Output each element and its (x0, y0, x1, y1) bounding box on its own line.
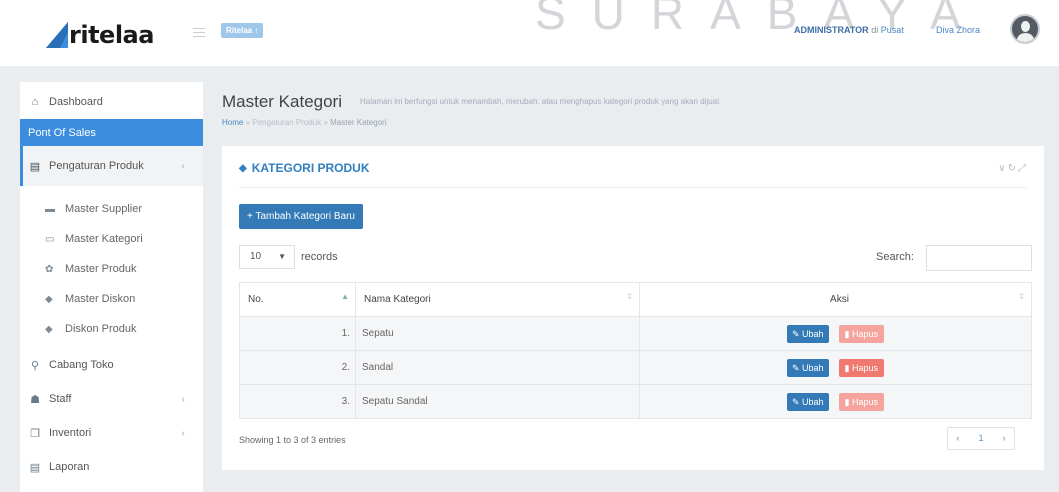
card-title: ◆ KATEGORI PRODUK (239, 161, 370, 175)
sidebar-sub-master-produk[interactable]: ✿ Master Produk (20, 254, 203, 284)
cell-name: Sepatu Sandal (355, 384, 640, 419)
user-name[interactable]: Diva Zhora (936, 25, 980, 35)
delete-button[interactable]: ▮ Hapus (838, 324, 885, 343)
cell-actions: ✎ Ubah ▮ Hapus (639, 350, 1032, 385)
cell-actions: ✎ Ubah ▮ Hapus (639, 384, 1032, 419)
cell-no: 1. (239, 316, 356, 351)
table-row: 1. Sepatu ✎ Ubah ▮ Hapus (239, 316, 1032, 351)
pencil-icon: ✎ (791, 396, 800, 407)
edit-button[interactable]: ✎ Ubah (786, 324, 829, 343)
breadcrumb-home[interactable]: Home (222, 118, 243, 127)
edit-button[interactable]: ✎ Ubah (786, 392, 829, 411)
sidebar-item-pengaturan-produk[interactable]: ▤ Pengaturan Produk ‹ (20, 146, 203, 186)
chevron-left-icon: ‹ (181, 393, 185, 405)
page-description: Halaman ini berfungsi untuk menambah, me… (360, 97, 722, 106)
map-marker-icon: ⚲ (30, 359, 40, 372)
pagination: ‹ 1 › (947, 427, 1015, 450)
logo-mark-icon (46, 22, 68, 48)
prev-page-button[interactable]: ‹ (948, 428, 968, 449)
trash-icon: ▮ (844, 328, 850, 339)
records-label: records (301, 251, 338, 263)
truck-icon: ▬ (45, 203, 55, 215)
cell-name: Sepatu (355, 316, 640, 351)
tags-icon: ◆ (239, 162, 247, 174)
breadcrumb-current: Master Kategori (330, 118, 387, 127)
sort-icon: ⇕ (1018, 292, 1025, 301)
sidebar-item-dashboard[interactable]: ⌂ Dashboard (20, 85, 203, 119)
sidebar-sub-diskon-produk[interactable]: ◆ Diskon Produk (20, 314, 203, 344)
watermark: SURABAYA (535, 0, 987, 39)
cell-no: 3. (239, 384, 356, 419)
plus-icon: + (247, 211, 253, 222)
divider (239, 187, 1027, 188)
page-title: Master Kategori (222, 92, 342, 111)
home-icon: ⌂ (31, 96, 39, 108)
chevron-left-icon: ‹ (181, 427, 185, 439)
branch-button[interactable]: Ritelaa ↑ (221, 23, 264, 38)
pencil-icon: ✎ (791, 362, 800, 373)
sidebar-item-inventori[interactable]: ❐ Inventori ‹ (20, 416, 203, 450)
delete-button[interactable]: ▮ Hapus (838, 392, 885, 411)
pencil-icon: ✎ (791, 328, 800, 339)
logo[interactable]: ritelaa (46, 18, 154, 48)
add-category-button[interactable]: + Tambah Kategori Baru (239, 204, 363, 229)
next-page-button[interactable]: › (994, 428, 1014, 449)
users-icon: ☗ (30, 393, 40, 406)
column-header-no[interactable]: No. ▲ (239, 282, 356, 317)
tags-icon: ◆ (45, 293, 53, 305)
search-input[interactable] (926, 245, 1032, 271)
sidebar: ⌂ Dashboard Pont Of Sales ▤ Pengaturan P… (20, 82, 203, 492)
sort-icon: ⇕ (626, 292, 633, 301)
collapse-icon[interactable]: ∨ (998, 163, 1007, 174)
cell-no: 2. (239, 350, 356, 385)
sidebar-sub-master-supplier[interactable]: ▬ Master Supplier (20, 194, 203, 224)
sidebar-sub-master-diskon[interactable]: ◆ Master Diskon (20, 284, 203, 314)
copy-icon: ❐ (30, 427, 40, 440)
cell-actions: ✎ Ubah ▮ Hapus (639, 316, 1032, 351)
trash-icon: ▮ (844, 362, 850, 373)
top-header: ritelaa Ritelaa ↑ SURABAYA ADMINISTRATOR… (0, 0, 1059, 66)
search-label: Search: (876, 251, 914, 263)
records-length-select[interactable]: 10 ▼ (239, 245, 295, 269)
sidebar-item-staff[interactable]: ☗ Staff ‹ (20, 382, 203, 416)
avatar[interactable] (1010, 14, 1040, 44)
menu-toggle-icon[interactable] (193, 28, 205, 37)
table-row: 2. Sandal ✎ Ubah ▮ Hapus (239, 350, 1032, 385)
file-icon: ▤ (29, 461, 41, 474)
sort-asc-icon: ▲ (341, 292, 349, 301)
tag-icon: ◆ (45, 323, 53, 335)
user-role: ADMINISTRATOR di Pusat (794, 25, 904, 35)
trash-icon: ▮ (844, 396, 850, 407)
page-button-1[interactable]: 1 (968, 428, 994, 449)
gift-icon: ✿ (45, 263, 54, 275)
chevron-left-icon: ‹ (181, 160, 185, 172)
breadcrumb-pengaturan-produk[interactable]: Pengaturan Produk (252, 118, 321, 127)
kategori-card: ◆ KATEGORI PRODUK ∨↻⤢ + Tambah Kategori … (222, 146, 1044, 470)
breadcrumb: Home » Pengaturan Produk » Master Katego… (222, 118, 387, 127)
delete-button[interactable]: ▮ Hapus (838, 358, 885, 377)
folder-icon: ▭ (45, 233, 55, 245)
sidebar-item-cabang-toko[interactable]: ⚲ Cabang Toko (20, 348, 203, 382)
fullscreen-icon[interactable]: ⤢ (1018, 163, 1028, 174)
list-icon: ▤ (29, 160, 41, 173)
column-header-aksi[interactable]: Aksi ⇕ (639, 282, 1032, 317)
sidebar-item-pos[interactable]: Pont Of Sales (20, 119, 203, 146)
caret-down-icon: ▼ (278, 252, 286, 261)
edit-button[interactable]: ✎ Ubah (786, 358, 829, 377)
column-header-nama-kategori[interactable]: Nama Kategori ⇕ (355, 282, 640, 317)
arrow-up-icon: ↑ (254, 26, 259, 35)
sidebar-sub-master-kategori[interactable]: ▭ Master Kategori (20, 224, 203, 254)
sidebar-item-laporan[interactable]: ▤ Laporan (20, 450, 203, 484)
entries-info: Showing 1 to 3 of 3 entries (239, 435, 346, 445)
logo-text: ritelaa (69, 21, 154, 49)
cell-name: Sandal (355, 350, 640, 385)
table-row: 3. Sepatu Sandal ✎ Ubah ▮ Hapus (239, 384, 1032, 419)
card-tools: ∨↻⤢ (998, 163, 1028, 174)
reload-icon[interactable]: ↻ (1008, 163, 1018, 174)
kategori-table: No. ▲ Nama Kategori ⇕ Aksi ⇕ 1. Sepatu ✎ Ub… (239, 282, 1032, 419)
